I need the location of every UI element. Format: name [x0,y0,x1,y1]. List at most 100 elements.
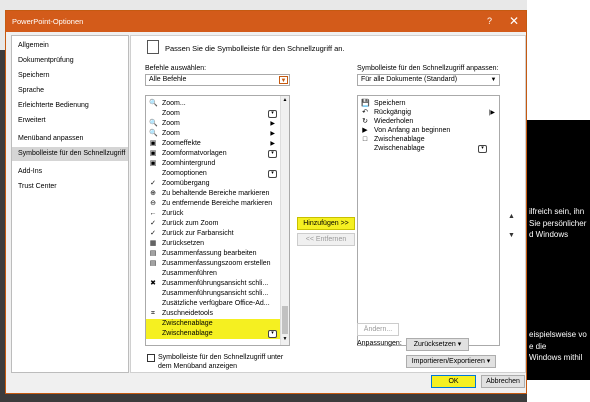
qat-scope-dropdown[interactable]: Für alle Dokumente (Standard) ▼ [357,74,500,86]
list-item-label: Zurück zur Farbansicht [162,230,234,237]
command-icon: ← [149,210,157,217]
command-icon: ↻ [362,118,368,125]
list-item[interactable]: Zwischenablage ▾ [146,329,289,339]
list-item[interactable]: ▣ Zoomeffekte ▶ [146,139,289,149]
list-item-label: Zoomoptionen [162,170,207,177]
remove-button[interactable]: << Entfernen [297,233,355,246]
list-item[interactable]: ▦ Zurücksetzen [146,239,289,249]
command-icon: ✓ [150,180,156,187]
list-item[interactable]: ✖ Zusammenführungsansicht schli... [146,279,289,289]
list-item-label: Zuschneidetools [162,310,213,317]
command-icon: ▣ [149,160,157,167]
list-item-label: Zurück [162,210,184,217]
list-item[interactable]: ▣ Zoomformatvorlagen ▾ [146,149,289,159]
list-item[interactable]: ⌗ Zuschneidetools [146,309,289,319]
list-item-label: Zoom... [162,100,186,107]
command-icon [149,270,157,278]
list-item-label: Zusammenführungsansicht schli... [162,290,269,297]
list-item[interactable]: ← Zurück [146,209,289,219]
scrollbar-thumb[interactable] [282,306,288,334]
command-icon: 🔍 [149,130,158,137]
list-item-label: Zusammenfassung bearbeiten [162,250,257,257]
qat-below-ribbon-checkbox[interactable] [147,354,155,362]
dropdown-indicator-icon: ▾ [478,145,487,153]
qat-below-ribbon-label-1: Symbolleiste für den Schnellzugriff unte… [158,354,284,361]
list-item-label: Zoomübergang [162,180,210,187]
customizations-label: Anpassungen: [357,340,402,347]
qat-scope-dropdown-value: Für alle Dokumente (Standard) [361,76,458,83]
list-item[interactable]: 🔍 Zoom ▶ [146,129,289,139]
nav-item-sprache[interactable]: Sprache [12,84,128,98]
background-text: ilfreich sein, ihn [529,207,585,216]
list-item-label: Zusammenführen [162,270,217,277]
list-item[interactable]: ✓ Zurück zum Zoom [146,219,289,229]
list-item[interactable]: Zusätzliche verfügbare Office-Ad... [146,299,289,309]
list-item[interactable]: ▤ Zusammenfassungszoom erstellen [146,259,289,269]
command-icon: ▣ [149,150,157,157]
title-bar: PowerPoint-Optionen ? ✕ [6,11,526,32]
list-item[interactable]: ✓ Zurück zur Farbansicht [146,229,289,239]
ok-button[interactable]: OK [431,375,476,388]
window-title: PowerPoint-Optionen [12,17,84,26]
options-dialog: PowerPoint-Optionen ? ✕ Allgemein Dokume… [5,10,527,394]
list-item-label: Zoom [162,110,180,117]
list-item[interactable]: Zwischenablage ▾ [358,144,499,154]
list-item[interactable]: ▤ Zusammenfassung bearbeiten [146,249,289,259]
nav-item-menueband-anpassen[interactable]: Menüband anpassen [12,132,128,146]
help-button[interactable]: ? [487,16,492,26]
modify-button[interactable]: Ändern... [357,323,399,336]
import-export-button[interactable]: Importieren/Exportieren ▾ [406,355,496,368]
list-item[interactable]: Zoomoptionen ▾ [146,169,289,179]
nav-item-allgemein[interactable]: Allgemein [12,39,128,53]
cancel-button[interactable]: Abbrechen [481,375,525,388]
nav-item-erleichterte-bedienung[interactable]: Erleichterte Bedienung [12,99,128,113]
list-item-label: Zu behaltende Bereiche markieren [162,190,270,197]
list-item[interactable]: Zoom ▾ [146,109,289,119]
commands-list-scrollbar[interactable]: ▲ ▼ [280,96,289,345]
background-text: Sie persönlicher [529,219,587,228]
commands-label: Befehle auswählen: [145,65,207,72]
close-button[interactable]: ✕ [509,14,519,28]
nav-item-add-ins[interactable]: Add-Ins [12,165,128,179]
nav-item-dokumentpruefung[interactable]: Dokumentprüfung [12,54,128,68]
list-item[interactable]: Zwischenablage [146,319,289,329]
list-item[interactable]: Zusammenführungsansicht schli... [146,289,289,299]
chevron-down-icon: ▼ [279,76,288,84]
add-button[interactable]: Hinzufügen >> [297,217,355,230]
list-item[interactable]: 🔍 Zoom... [146,99,289,109]
nav-item-trust-center[interactable]: Trust Center [12,180,128,194]
list-item-label: Zoomhintergrund [162,160,216,167]
background-text: d Windows [529,230,569,239]
dropdown-indicator-icon: ▾ [268,150,277,158]
nav-item-erweitert[interactable]: Erweitert [12,114,128,128]
dropdown-indicator-icon: ▾ [268,330,277,338]
command-icon: ⊕ [150,190,156,197]
background-text: eispielsweise vo [529,330,587,339]
nav-item-symbolleiste[interactable]: Symbolleiste für den Schnellzugriff [12,147,128,161]
list-item-label: Zoomeffekte [162,140,201,147]
list-item[interactable]: ⊖ Zu entfernende Bereiche markieren [146,199,289,209]
move-up-icon[interactable]: ▲ [508,213,515,220]
list-item-label: Zurücksetzen [162,240,205,247]
qat-list[interactable]: 💾 Speichern ↶ Rückgängig |▶ ↻ Wiederholen ▶ Von … [357,95,500,346]
reset-button[interactable]: Zurücksetzen ▾ [406,338,469,351]
commands-list[interactable]: 🔍 Zoom... Zoom ▾ 🔍 Zoom ▶ 🔍 Zoom ▶ ▣ Zoomeffekte ▶ ▣ Z… [145,95,290,346]
submenu-arrow-icon: ▶ [270,141,275,147]
list-item[interactable]: ✓ Zoomübergang [146,179,289,189]
commands-dropdown[interactable]: Alle Befehle ▼ [145,74,290,86]
move-down-icon[interactable]: ▼ [508,232,515,239]
list-item[interactable]: 🔍 Zoom ▶ [146,119,289,129]
list-item-label: Zwischenablage [374,145,425,152]
list-item-label: Zusätzliche verfügbare Office-Ad... [162,300,270,307]
command-icon: ▦ [149,240,157,247]
command-icon [149,110,157,118]
list-item-label: Zwischenablage [162,330,213,337]
list-item[interactable]: ⊕ Zu behaltende Bereiche markieren [146,189,289,199]
command-icon [361,145,369,153]
background-text: Windows mithil [529,353,583,362]
list-item[interactable]: ▣ Zoomhintergrund [146,159,289,169]
command-icon: ▶ [362,127,368,134]
list-item-label: Zu entfernende Bereiche markieren [162,200,273,207]
nav-item-speichern[interactable]: Speichern [12,69,128,83]
list-item[interactable]: Zusammenführen [146,269,289,279]
